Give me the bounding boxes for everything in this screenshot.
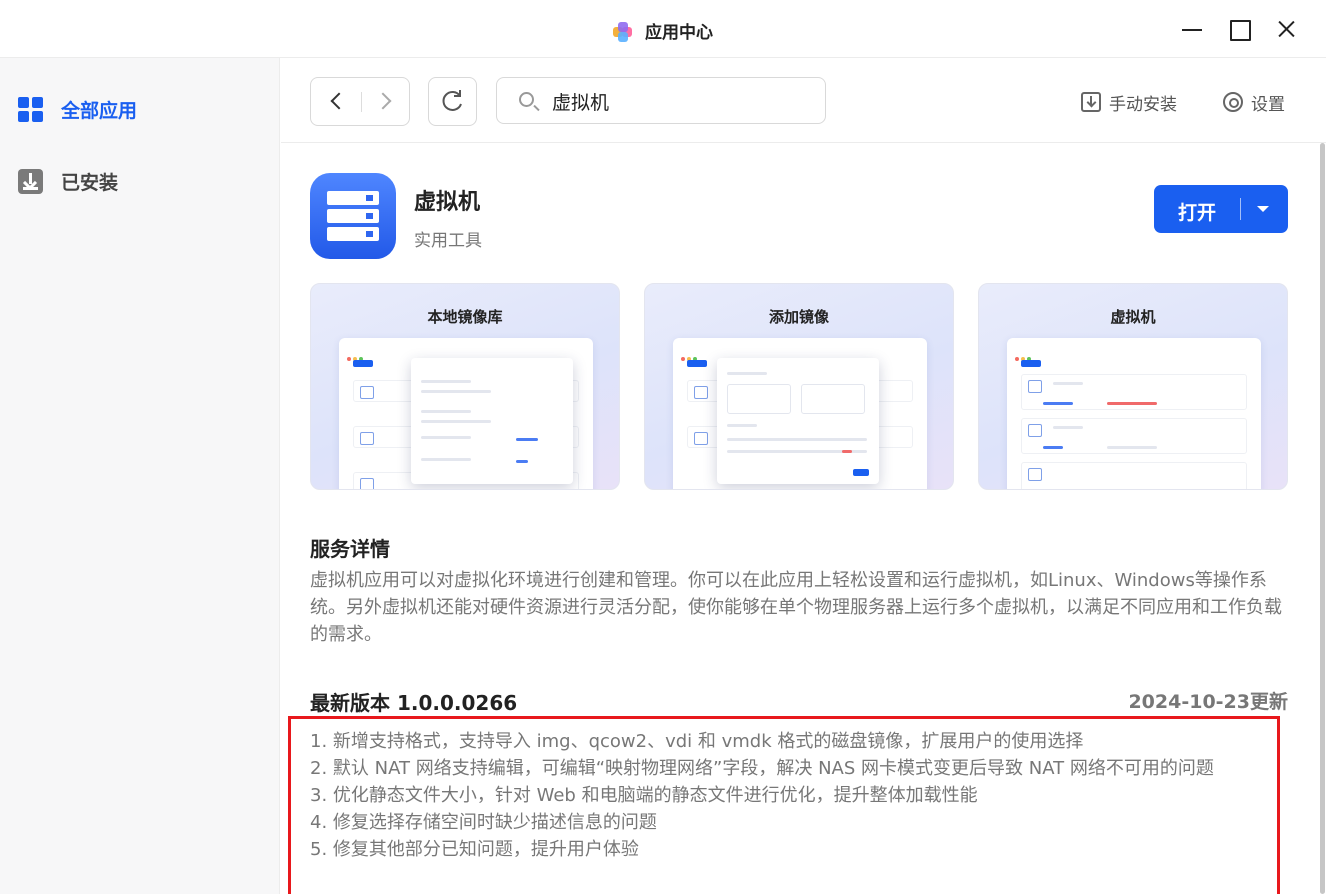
screenshot-local-image-library[interactable]: 本地镜像库 [310,283,620,490]
sidebar: 全部应用 已安装 [0,58,280,894]
install-icon [1081,92,1101,112]
screenshot-title: 本地镜像库 [427,308,503,326]
scrollbar[interactable] [1319,143,1326,894]
screenshot-mockup [339,338,593,489]
manual-install-label: 手动安装 [1109,94,1177,115]
screenshot-mockup [673,338,927,489]
update-date: 2024-10-23更新 [1128,691,1288,713]
download-icon [18,168,43,194]
window-title: 应用中心 [0,18,1326,43]
settings-label: 设置 [1251,94,1285,115]
screenshot-title: 添加镜像 [768,308,829,326]
chevron-down-icon[interactable] [1257,206,1269,212]
open-button-label: 打开 [1178,202,1217,224]
screenshot-virtual-machine[interactable]: 虚拟机 [978,283,1288,490]
settings-button[interactable]: 设置 [1223,90,1285,115]
vm-app-icon [310,173,396,259]
title-bar: 应用中心 [0,0,1326,58]
sidebar-item-all-apps[interactable]: 全部应用 [18,94,137,124]
forward-button[interactable] [361,78,411,125]
sidebar-item-installed[interactable]: 已安装 [18,166,118,196]
details-heading: 服务详情 [310,537,390,561]
search-box [496,77,826,124]
screenshot-add-image[interactable]: 添加镜像 [644,283,954,490]
open-button[interactable]: 打开 [1154,185,1288,233]
screenshot-title: 虚拟机 [1110,308,1156,326]
maximize-button[interactable] [1223,14,1255,44]
version-heading: 最新版本 1.0.0.0266 [310,691,518,715]
app-center-logo-icon [613,22,633,42]
sidebar-item-label: 全部应用 [61,99,138,122]
app-category: 实用工具 [414,231,482,251]
app-name: 虚拟机 [414,190,481,215]
grid-icon [18,96,43,122]
screenshot-mockup [1007,338,1261,489]
toolbar: 手动安装 设置 [281,58,1326,143]
highlight-box [288,716,1280,894]
back-button[interactable] [311,78,361,125]
close-button[interactable] [1271,14,1303,44]
refresh-button[interactable] [428,77,477,126]
navigation-group [310,77,410,126]
gear-icon [1223,92,1243,112]
manual-install-button[interactable]: 手动安装 [1081,90,1177,115]
window-title-text: 应用中心 [645,23,713,43]
open-button-divider [1240,198,1241,220]
search-input[interactable] [552,88,812,114]
refresh-icon [442,90,462,111]
sidebar-item-label: 已安装 [61,171,119,194]
scrollbar-thumb[interactable] [1320,143,1325,894]
details-description: 虚拟机应用可以对虚拟化环境进行创建和管理。你可以在此应用上轻松设置和运行虚拟机，… [310,570,1282,645]
search-icon [519,92,534,107]
minimize-button[interactable] [1176,14,1208,44]
